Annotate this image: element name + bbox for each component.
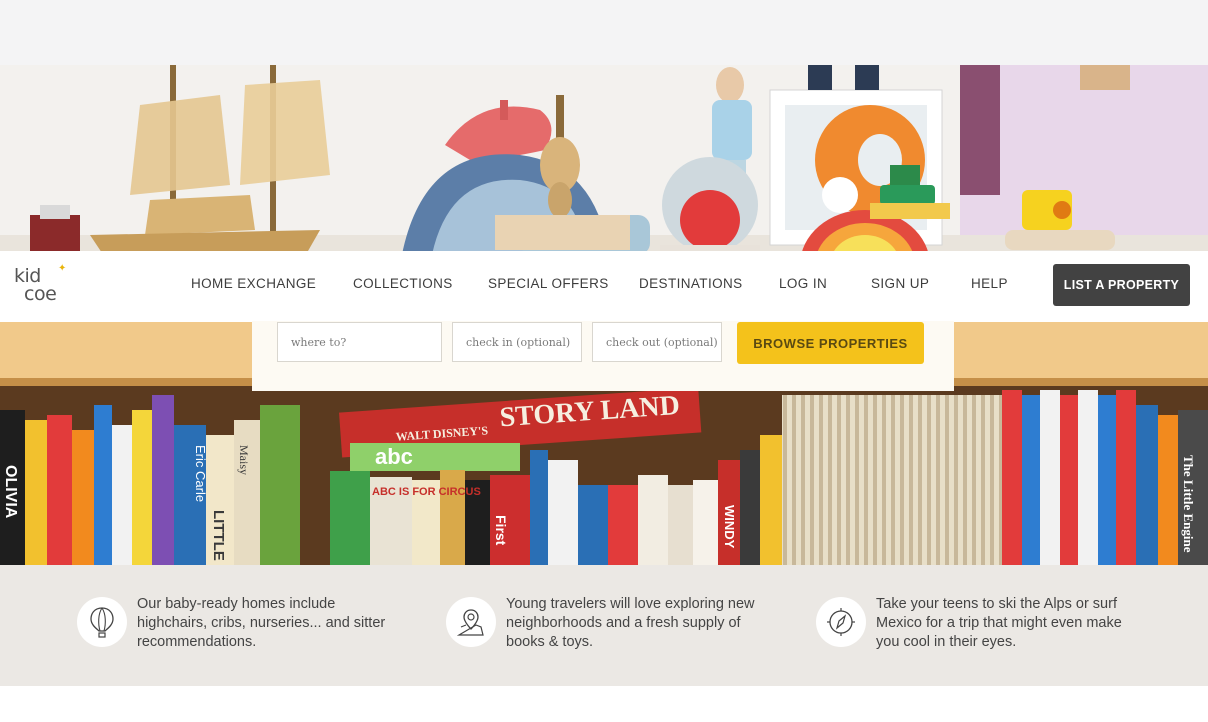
list-a-property-button[interactable]: LIST A PROPERTY: [1053, 264, 1190, 306]
check-out-field[interactable]: [592, 322, 722, 362]
hot-air-balloon-icon: [77, 597, 127, 647]
where-to-field[interactable]: [277, 322, 442, 362]
top-strip: [0, 0, 1208, 65]
main-navbar: kid ✦ coe HOME EXCHANGE COLLECTIONS SPEC…: [0, 251, 1208, 321]
nav-home-exchange[interactable]: HOME EXCHANGE: [191, 276, 316, 291]
logo-coe: coe: [24, 283, 57, 305]
nav-destinations[interactable]: DESTINATIONS: [639, 276, 743, 291]
books-right: [1002, 390, 1208, 565]
book-title-maisy: Maisy: [237, 445, 251, 475]
compass-icon: [816, 597, 866, 647]
book-title-little-engine: The Little Engine: [1181, 455, 1196, 553]
nav-special-offers[interactable]: SPECIAL OFFERS: [488, 276, 609, 291]
book-title-abc: abc: [375, 444, 413, 469]
book-title-eric-carle: Eric Carle: [193, 445, 208, 502]
check-in-field[interactable]: [452, 322, 582, 362]
feature-text: Young travelers will love exploring new …: [506, 596, 755, 650]
books-left: [0, 395, 300, 565]
feature-text: Take your teens to ski the Alps or surf …: [876, 596, 1122, 650]
book-title-first: First: [493, 515, 509, 546]
map-pin-icon: [446, 597, 496, 647]
book-title-windy: WINDY: [722, 505, 737, 549]
where-to-input[interactable]: [291, 335, 441, 349]
nav-log-in[interactable]: LOG IN: [779, 276, 827, 291]
toy-snow-globe: [660, 157, 760, 265]
book-title-abc-circus: ABC IS FOR CIRCUS: [372, 486, 481, 498]
search-panel: BROWSE PROPERTIES: [252, 321, 954, 391]
browse-properties-button[interactable]: BROWSE PROPERTIES: [737, 322, 924, 364]
logo-star-icon: ✦: [58, 263, 67, 274]
features-band: Our baby-ready homes include highchairs,…: [0, 565, 1208, 686]
nav-sign-up[interactable]: SIGN UP: [871, 276, 929, 291]
book-title-little: LITTLE: [210, 510, 227, 561]
book-title-olivia: OLIVIA: [2, 465, 19, 519]
toy-robot: [808, 65, 832, 90]
nav-collections[interactable]: COLLECTIONS: [353, 276, 453, 291]
toy-robot: [855, 65, 879, 90]
kid-and-coe-logo[interactable]: kid ✦ coe: [14, 263, 74, 309]
check-in-input[interactable]: [466, 335, 581, 349]
check-out-input[interactable]: [606, 335, 721, 349]
books-magazines: [782, 395, 1002, 565]
nav-help[interactable]: HELP: [971, 276, 1008, 291]
feature-text: Our baby-ready homes include highchairs,…: [137, 596, 386, 650]
